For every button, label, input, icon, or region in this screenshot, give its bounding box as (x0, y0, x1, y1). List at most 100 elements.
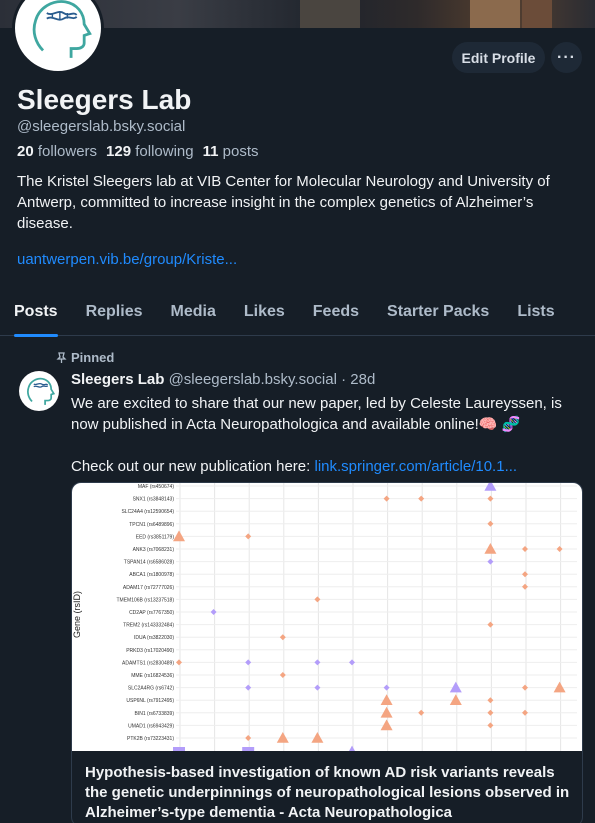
link-preview-image: MAF (rs450674) SNX1 (rs3848143) SLC24A4 (r… (72, 483, 582, 756)
figure-gene-label: TSPAN14 (rs6586028) (124, 560, 175, 566)
figure-marker (556, 546, 563, 552)
figure-gene-label: PRKD3 (rs17020490) (126, 648, 174, 654)
figure-marker (522, 583, 528, 590)
figure-marker (418, 709, 425, 716)
figure-marker (449, 681, 462, 693)
tab-likes[interactable]: Likes (230, 288, 299, 336)
figure-marker (487, 520, 494, 527)
figure-gene-label: PTK2B (rs73223431) (127, 736, 174, 742)
post-text-link-line: Check out our new publication here: link… (71, 458, 518, 475)
figure-marker (210, 609, 217, 615)
profile-website-link[interactable]: uantwerpen.vib.be/group/Kriste... (17, 251, 237, 268)
post-body: We are excited to share that our new pap… (71, 393, 581, 477)
figure-marker (522, 709, 528, 716)
post-author-name[interactable]: Sleegers Lab (71, 371, 164, 388)
figure-marker (418, 495, 425, 502)
figure-gene-label: MME (rs16824536) (131, 673, 174, 679)
edit-profile-button[interactable]: Edit Profile (452, 42, 545, 73)
tab-starter-packs[interactable]: Starter Packs (373, 288, 503, 336)
figure-gene-label: ANK3 (rs7068231) (133, 547, 175, 553)
figure-gene-label: ABCA1 (rs1800978) (129, 572, 174, 578)
post-time[interactable]: · 28d (341, 371, 375, 388)
figure-marker (245, 684, 252, 691)
figure-gene-label: IDUA (rs3822030) (134, 635, 174, 641)
tab-lists[interactable]: Lists (503, 288, 568, 336)
profile-tabs: Posts Replies Media Likes Feeds Starter … (0, 288, 595, 337)
figure-gene-label: USP6NL (rs7912495) (126, 698, 174, 704)
figure-gene-label: MAF (rs450674) (138, 484, 174, 490)
figure-marker (553, 681, 566, 693)
figure-marker (380, 719, 393, 731)
tab-replies[interactable]: Replies (72, 288, 157, 336)
posts-stat: 11 posts (202, 143, 259, 160)
figure-marker (314, 659, 321, 666)
figure-gene-label: TREM2 (rs143332484) (123, 623, 174, 629)
profile-handle: @sleegerslab.bsky.social (17, 118, 186, 135)
figure-gene-label: UMAD1 (rs6943429) (128, 723, 174, 729)
link-preview-title: Hypothesis-based investigation of known … (85, 764, 570, 821)
head-logo-icon (32, 0, 92, 58)
figure-image: MAF (rs450674) SNX1 (rs3848143) SLC24A4 (r… (72, 483, 577, 756)
figure-marker (522, 571, 528, 578)
figure-marker (487, 722, 494, 729)
figure-marker (484, 543, 497, 554)
figure-marker (245, 735, 252, 741)
figure-gene-label: CD2AP (rs7767350) (129, 610, 174, 616)
figure-marker (487, 697, 494, 704)
pin-icon (56, 351, 67, 363)
figure-ylabel: Gene (rsID) (72, 591, 82, 638)
figure-marker (279, 634, 286, 641)
figure-marker (173, 530, 185, 542)
figure-gene-label: BIN1 (rs6733839) (135, 711, 175, 717)
more-options-button[interactable]: ··· (551, 42, 582, 73)
figure-marker (242, 747, 255, 756)
figure-marker (487, 558, 494, 565)
figure-marker (245, 533, 252, 540)
post-article-link[interactable]: link.springer.com/article/10.1... (314, 458, 517, 475)
profile-avatar[interactable] (12, 0, 104, 74)
figure-gene-label: ADAM17 (rs72777026) (123, 585, 174, 591)
figure-gene-label: EED (rs3851179) (136, 534, 175, 540)
figure-marker (173, 747, 185, 756)
figure-marker (383, 495, 390, 502)
figure-marker (311, 732, 324, 743)
figure-marker (487, 621, 494, 628)
figure-marker (245, 659, 252, 666)
figure-marker (487, 709, 494, 716)
post-author-avatar[interactable] (19, 371, 59, 411)
pinned-label: Pinned (71, 350, 115, 365)
post-text-paragraph: We are excited to share that our new pap… (71, 395, 562, 433)
tab-media[interactable]: Media (157, 288, 230, 336)
profile-stats: 20 followers 129 following 11 posts (17, 143, 259, 160)
figure-marker (314, 596, 321, 603)
figure-gene-label: SLC24A4 (rs12590654) (121, 509, 174, 515)
figure-marker (522, 546, 528, 552)
head-logo-icon (27, 377, 56, 405)
figure-marker (522, 684, 528, 691)
figure-marker (383, 684, 390, 691)
figure-marker (276, 732, 289, 743)
figure-gene-label: TPCN1 (rs6489896) (129, 522, 174, 528)
figure-gene-label: TMEM106B (rs13237518) (116, 597, 174, 603)
tab-feeds[interactable]: Feeds (299, 288, 373, 336)
figure-marker (279, 672, 286, 678)
figure-marker (176, 659, 182, 666)
profile-name: Sleegers Lab (17, 84, 192, 115)
figure-marker (449, 694, 462, 705)
figure-gene-label: SLC2A4RG (rs6742) (128, 686, 174, 692)
post-header: Sleegers Lab @sleegerslab.bsky.social · … (71, 371, 375, 388)
figure-marker (380, 694, 393, 705)
profile-bio: The Kristel Sleegers lab at VIB Center f… (17, 173, 550, 232)
pinned-indicator: Pinned (56, 350, 114, 365)
figure-marker (349, 659, 355, 666)
figure-marker (484, 483, 497, 491)
figure-gene-label: ADAMTS1 (rs2830489) (122, 660, 174, 666)
link-preview-card[interactable]: MAF (rs450674) SNX1 (rs3848143) SLC24A4 (r… (71, 482, 583, 823)
figure-gene-label: SNX1 (rs3848143) (133, 497, 175, 503)
figure-marker (314, 684, 321, 691)
tab-posts[interactable]: Posts (0, 288, 72, 337)
followers-stat[interactable]: 20 followers (17, 143, 97, 160)
post-author-handle[interactable]: @sleegerslab.bsky.social (169, 371, 337, 388)
figure-marker (380, 706, 393, 718)
following-stat[interactable]: 129 following (106, 143, 194, 160)
